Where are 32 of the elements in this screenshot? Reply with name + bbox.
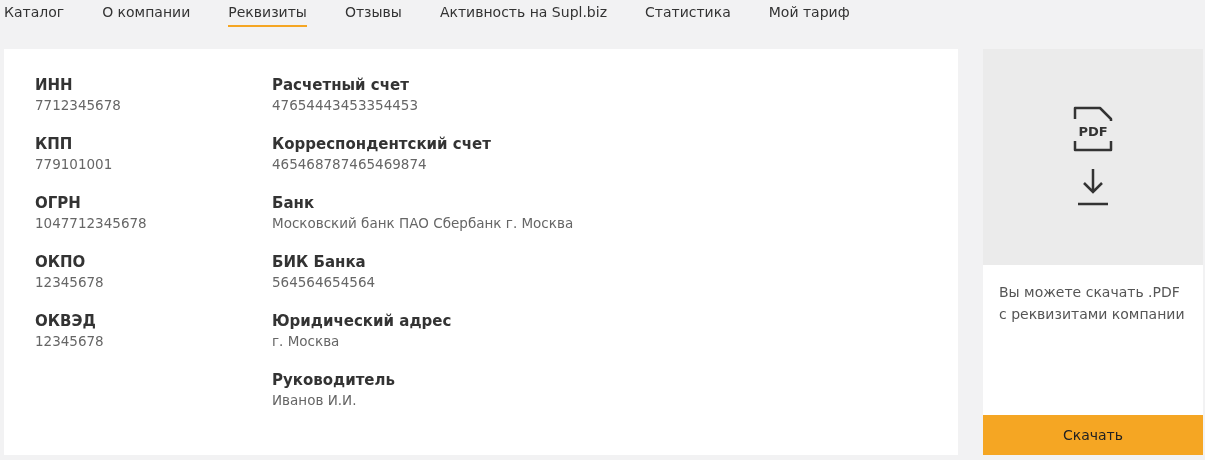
download-hint: Вы можете скачать .PDF с реквизитами компании: [998, 283, 1186, 324]
field-label: ИНН: [35, 75, 74, 95]
field-value: 564564654564: [272, 273, 377, 292]
nav-tab[interactable]: Статистика: [645, 3, 731, 27]
field-label: Руководитель: [272, 370, 397, 390]
nav-tab[interactable]: Реквизиты: [228, 3, 307, 27]
field-value: 779101001: [35, 155, 114, 174]
field-value: г. Москва: [272, 332, 341, 351]
field-label: ОКВЭД: [35, 311, 97, 331]
field-label: Банк: [272, 193, 316, 213]
download-icon: [1076, 167, 1110, 207]
nav-tab[interactable]: Мой тариф: [768, 3, 850, 27]
nav-tab[interactable]: Каталог: [4, 3, 65, 27]
nav-tab[interactable]: Активность на Supl.biz: [439, 3, 607, 27]
nav-tab[interactable]: О компании: [102, 3, 191, 27]
field-label: ОКПО: [35, 252, 87, 272]
field-value: 47654443453354453: [272, 96, 419, 115]
field-label: ОГРН: [35, 193, 82, 213]
field-label: БИК Банка: [272, 252, 367, 272]
field-value: 465468787465469874: [272, 155, 428, 174]
field-label: Юридический адрес: [272, 311, 453, 331]
field-value: 12345678: [35, 273, 105, 292]
field-value: 7712345678: [35, 96, 122, 115]
field-label: Расчетный счет: [272, 75, 410, 95]
field-value: Иванов И.И.: [272, 391, 358, 410]
field-value: 12345678: [35, 332, 105, 351]
field-label: Корреспондентский счет: [272, 134, 492, 154]
field-value: 1047712345678: [35, 214, 148, 233]
nav-tab[interactable]: Отзывы: [344, 3, 402, 27]
field-value: Московский банк ПАО Сбербанк г. Москва: [272, 214, 574, 233]
download-button[interactable]: Скачать: [983, 415, 1203, 455]
field-label: КПП: [35, 134, 74, 154]
